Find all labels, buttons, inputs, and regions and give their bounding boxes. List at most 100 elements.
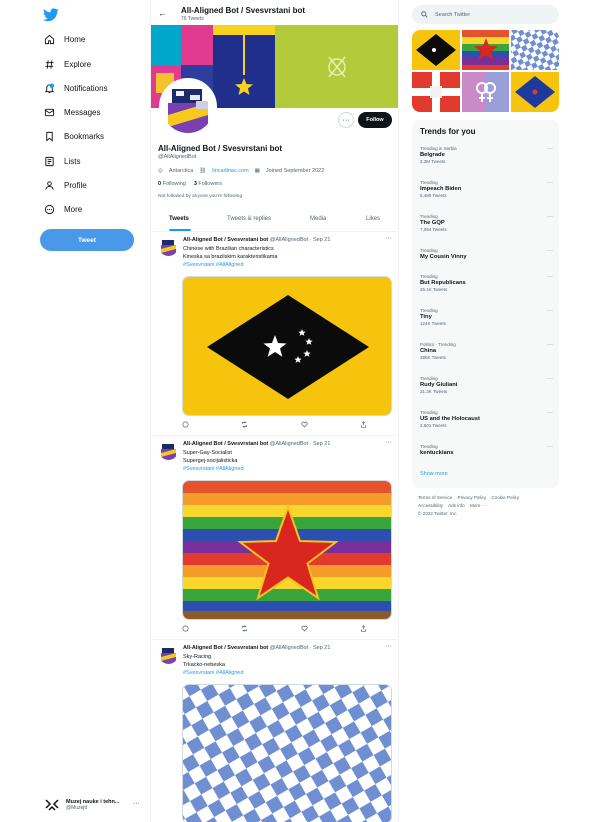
trend-count: 3,3M Tweets: [420, 159, 446, 164]
tweet-media-image[interactable]: [182, 684, 392, 822]
tweet-more-icon[interactable]: ···: [385, 235, 392, 242]
account-more-icon[interactable]: ···: [133, 800, 140, 807]
profile-website-link[interactable]: lincadinac.com: [212, 168, 248, 174]
twitter-logo-icon[interactable]: [43, 8, 59, 22]
home-icon: [44, 34, 55, 44]
media-thumb[interactable]: [461, 72, 510, 112]
media-thumb[interactable]: [412, 30, 460, 70]
nav-profile[interactable]: Profile: [44, 177, 87, 193]
trend-item[interactable]: Trending The GQP 7,094 Tweets ···: [420, 214, 553, 232]
trend-more-icon[interactable]: ···: [547, 444, 553, 450]
following-label: Following: [162, 181, 186, 187]
trend-item[interactable]: Trending Rudy Giuliani 31.3K Tweets ···: [420, 376, 553, 394]
trend-name: My Cousin Vinny: [420, 254, 467, 260]
trend-more-icon[interactable]: ···: [547, 308, 553, 314]
trend-more-icon[interactable]: ···: [547, 274, 553, 280]
footer-link[interactable]: Privacy Policy: [458, 495, 487, 500]
nav-messages[interactable]: Messages: [44, 104, 100, 120]
tab-media[interactable]: Media: [310, 216, 326, 222]
tweet-item[interactable]: All-Aligned Bot / Svesvrstani bot @AllAl…: [151, 640, 398, 822]
footer-link[interactable]: Accessibility: [418, 503, 443, 508]
trend-context: Trending: [420, 410, 438, 415]
tweet-more-icon[interactable]: ···: [385, 439, 392, 446]
profile-avatar[interactable]: [159, 78, 217, 136]
like-icon[interactable]: [301, 421, 308, 431]
tweet-hashtags[interactable]: #Svesvrstani #AllAligned: [183, 466, 244, 472]
trend-item[interactable]: Trending My Cousin Vinny ···: [420, 248, 553, 260]
back-arrow-icon[interactable]: ←: [158, 8, 167, 18]
trend-more-icon[interactable]: ···: [547, 214, 553, 220]
trends-title: Trends for you: [420, 127, 476, 136]
trend-more-icon[interactable]: ···: [547, 248, 553, 254]
trend-item[interactable]: Politics · Trending China 386K Tweets ··…: [420, 342, 553, 360]
tweet-avatar[interactable]: [159, 441, 178, 460]
trend-item[interactable]: Trending US and the Holocaust 2,601 Twee…: [420, 410, 553, 428]
show-more-link[interactable]: Show more: [420, 471, 448, 477]
share-icon[interactable]: [360, 421, 367, 431]
media-thumb[interactable]: [461, 30, 510, 70]
trend-item[interactable]: Trending kentuckians ···: [420, 444, 553, 456]
nav-home[interactable]: Home: [44, 31, 85, 47]
retweet-icon[interactable]: [241, 421, 248, 431]
tweet-meta: @AllAlignedBot · Sep 21: [269, 441, 331, 447]
profile-meta: ◎ Antarctica ⛓ lincadinac.com ▦ Joined S…: [158, 168, 324, 174]
tweet-hashtags[interactable]: #Svesvrstani #AllAligned: [183, 670, 244, 676]
trend-name: Impeach Biden: [420, 186, 462, 192]
follow-button[interactable]: Follow: [358, 112, 392, 128]
tab-likes[interactable]: Likes: [366, 216, 380, 222]
right-sidebar: Search Twitter Trends for you Trending i…: [405, 0, 609, 822]
tab-tweets[interactable]: Tweets: [169, 216, 189, 222]
tweet-item[interactable]: All-Aligned Bot / Svesvrstani bot @AllAl…: [151, 232, 398, 436]
media-thumb[interactable]: [511, 72, 559, 112]
nav-more[interactable]: More: [44, 201, 82, 217]
trend-count: 31.3K Tweets: [420, 389, 448, 394]
trend-more-icon[interactable]: ···: [547, 376, 553, 382]
tweet-hashtags[interactable]: #Svesvrstani #AllAligned: [183, 262, 244, 268]
nav-bookmarks[interactable]: Bookmarks: [44, 128, 104, 144]
account-avatar: [44, 797, 60, 813]
nav-lists[interactable]: Lists: [44, 153, 80, 169]
header-tweet-count: 76 Tweets: [181, 16, 204, 22]
trend-item[interactable]: Trending Impeach Biden 5,480 Tweets ···: [420, 180, 553, 198]
media-thumb[interactable]: [412, 72, 460, 112]
tweet-avatar[interactable]: [159, 645, 178, 664]
tweet-avatar[interactable]: [159, 237, 178, 256]
share-icon[interactable]: [360, 625, 367, 635]
tab-tweets-and-replies[interactable]: Tweets & replies: [227, 216, 271, 222]
media-thumb[interactable]: [511, 30, 559, 70]
search-input[interactable]: Search Twitter: [412, 5, 559, 24]
reply-icon[interactable]: [182, 625, 189, 635]
followers-link[interactable]: 3 Followers: [194, 181, 222, 187]
tweet-more-icon[interactable]: ···: [385, 643, 392, 650]
trend-more-icon[interactable]: ···: [547, 146, 553, 152]
nav-notifications[interactable]: Notifications: [44, 80, 108, 96]
nav-label-bookmarks: Bookmarks: [64, 131, 105, 141]
like-icon[interactable]: [301, 625, 308, 635]
footer-link[interactable]: Ads info: [448, 503, 465, 508]
footer-link[interactable]: Terms of Service: [418, 495, 452, 500]
nav-explore[interactable]: Explore: [44, 56, 91, 72]
trend-item[interactable]: Trending But Republicans 26.1K Tweets ··…: [420, 274, 553, 292]
profile-more-button[interactable]: ···: [338, 112, 354, 128]
trend-item[interactable]: Trending in Serbia Belgrade 3,3M Tweets …: [420, 146, 553, 164]
trend-more-icon[interactable]: ···: [547, 180, 553, 186]
trend-context: Trending: [420, 444, 438, 449]
trend-more-icon[interactable]: ···: [547, 410, 553, 416]
tweet-button[interactable]: Tweet: [40, 229, 134, 251]
footer-link[interactable]: Cookie Policy: [491, 495, 519, 500]
trend-more-icon[interactable]: ···: [547, 342, 553, 348]
footer-link[interactable]: More ···: [470, 503, 486, 508]
flag-image-bavarian-lozenge: [183, 685, 391, 822]
tweet-author: All-Aligned Bot / Svesvrstani bot: [183, 237, 269, 243]
retweet-icon[interactable]: [241, 625, 248, 635]
tweet-media-image[interactable]: [182, 480, 392, 620]
following-link[interactable]: 0 Following: [158, 181, 186, 187]
tweet-media-image[interactable]: [182, 276, 392, 416]
reply-icon[interactable]: [182, 421, 189, 431]
account-switcher[interactable]: Muzej nauke i tehn... @Muzejtt ···: [44, 795, 144, 815]
tweet-meta: @AllAlignedBot · Sep 21: [269, 645, 331, 651]
header-title: All-Aligned Bot / Svesvrstani bot: [181, 6, 306, 15]
tweet-author: All-Aligned Bot / Svesvrstani bot: [183, 441, 269, 447]
trend-item[interactable]: Trending Tiny 124K Tweets ···: [420, 308, 553, 326]
tweet-item[interactable]: All-Aligned Bot / Svesvrstani bot @AllAl…: [151, 436, 398, 640]
